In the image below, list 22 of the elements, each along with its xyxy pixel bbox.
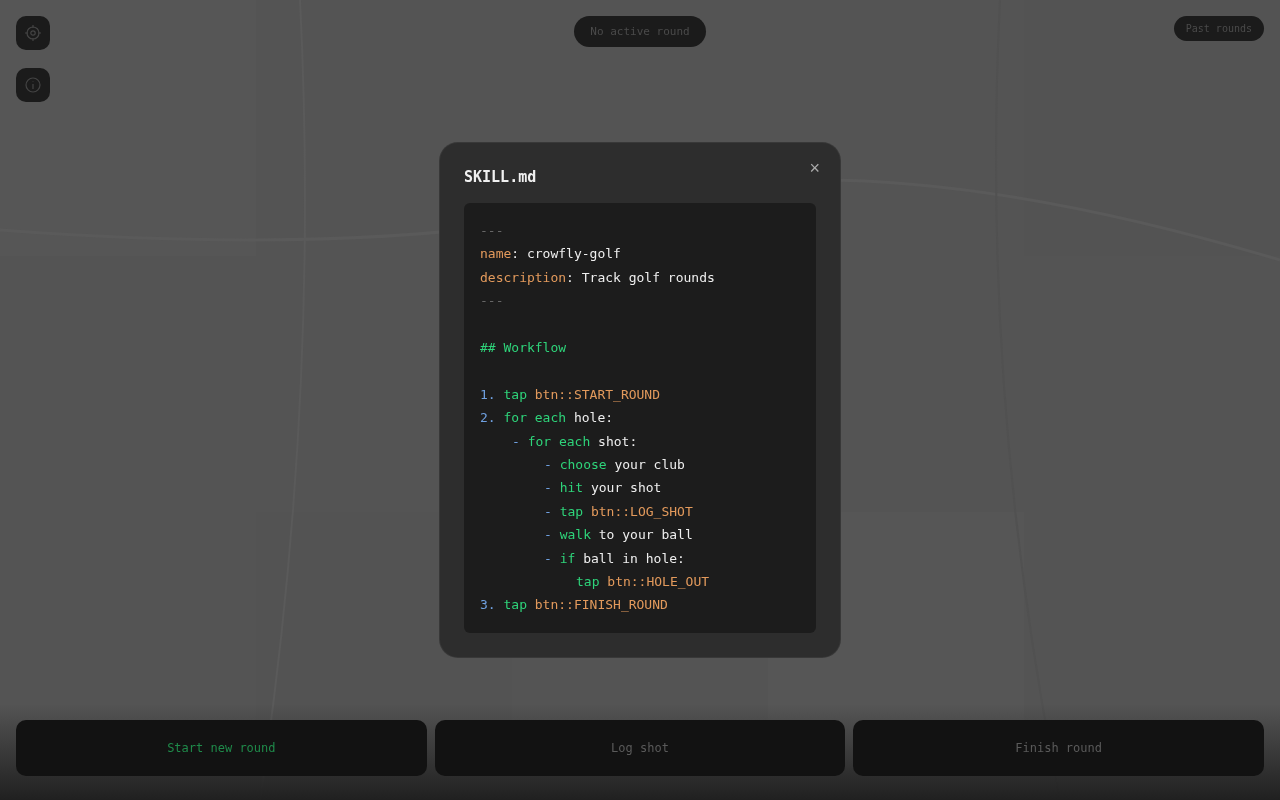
code-line: description: Track golf rounds	[480, 268, 716, 287]
close-button[interactable]: ×	[807, 159, 822, 177]
code-line: 2. for each hole:	[480, 409, 615, 428]
code-line: - if ball in hole:	[544, 549, 686, 568]
modal-title: SKILL.md	[464, 167, 537, 187]
code-line: - choose your club	[544, 456, 686, 475]
action-button[interactable]: Start new round	[16, 720, 427, 776]
code-line: 3. tap btn::FINISH_ROUND	[480, 596, 669, 615]
code-line: tap btn::HOLE_OUT	[576, 573, 711, 592]
info-button[interactable]	[16, 68, 50, 102]
code-line: ## Workflow	[480, 339, 568, 357]
code-line: - walk to your ball	[544, 526, 694, 545]
code-line: ---	[480, 222, 505, 240]
code-line: - for each shot:	[512, 432, 639, 451]
info-icon	[24, 76, 42, 94]
locate-button[interactable]	[16, 16, 50, 50]
code-line: ---	[480, 292, 505, 311]
code-line: name: crowfly-golf	[480, 245, 622, 264]
code-line: - hit your shot	[544, 479, 663, 498]
crosshair-icon	[24, 24, 42, 42]
code-line: - tap btn::LOG_SHOT	[544, 502, 694, 521]
code-line: 1. tap btn::START_ROUND	[480, 385, 662, 404]
